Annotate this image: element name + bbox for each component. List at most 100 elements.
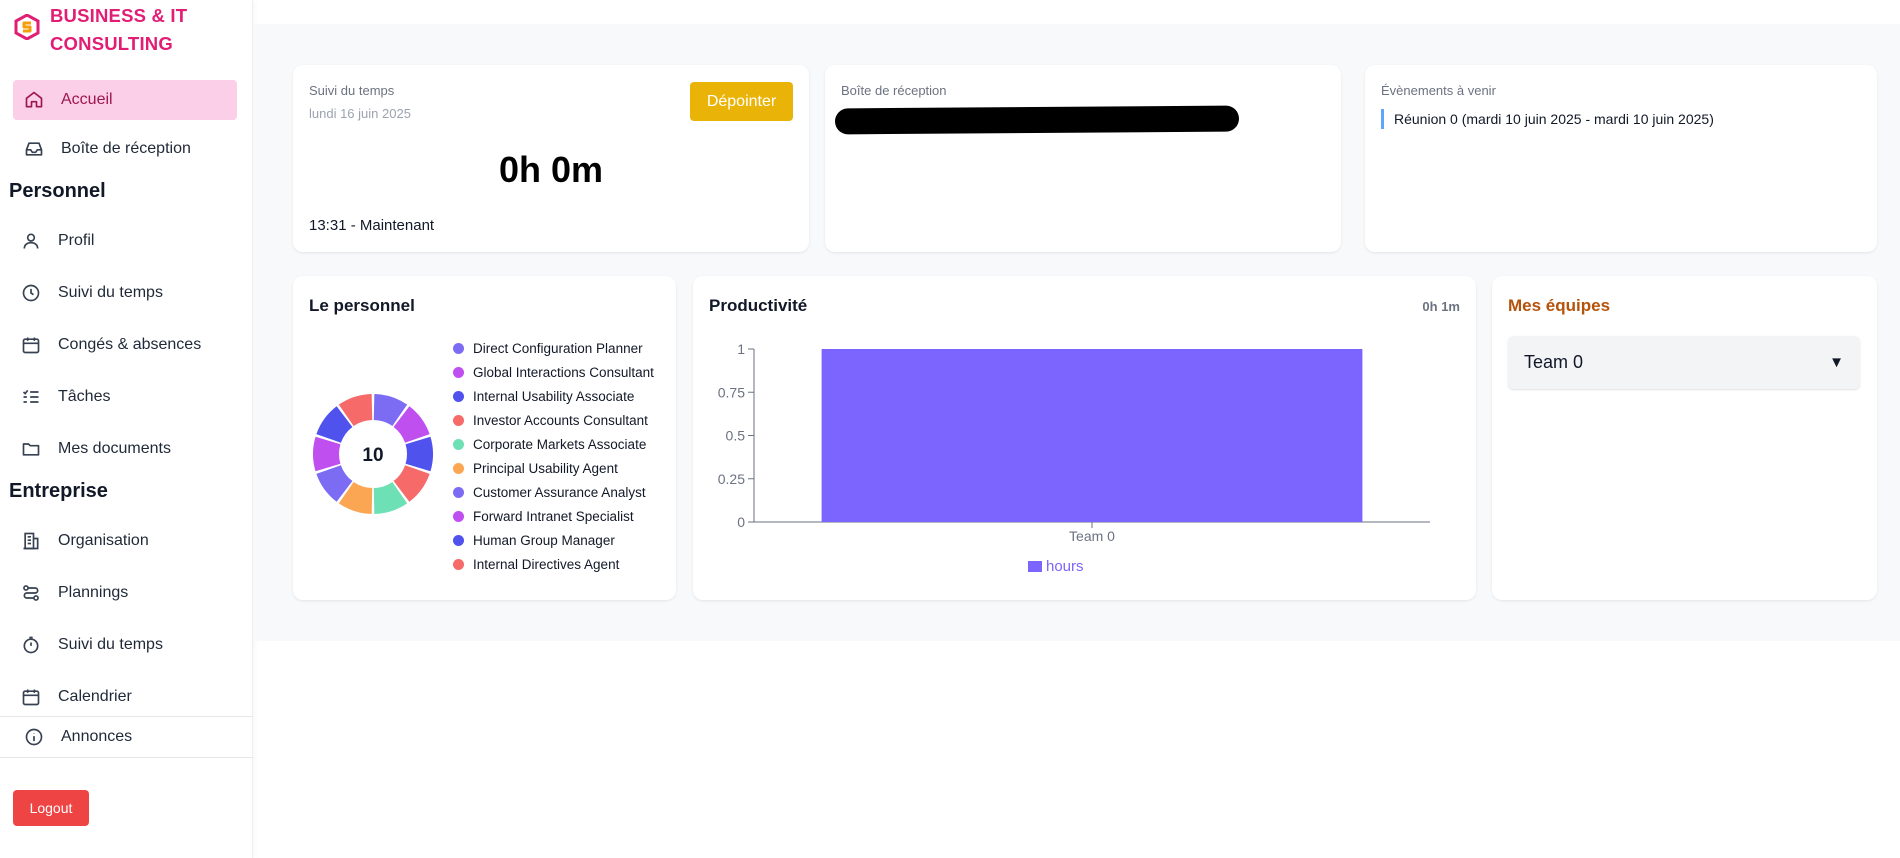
legend-item: Human Group Manager [453, 528, 654, 552]
clock-out-button[interactable]: Dépointer [690, 82, 793, 121]
clock-icon [20, 282, 42, 304]
building-icon [20, 530, 42, 552]
redacted-content [834, 105, 1240, 135]
card-label: Suivi du temps [309, 83, 395, 98]
brand-logo-icon [14, 14, 40, 40]
legend-swatch [453, 462, 464, 474]
home-icon [23, 89, 45, 111]
sidebar-item-label: Plannings [58, 584, 129, 601]
team-select[interactable]: Team 0 ▼ [1508, 336, 1860, 389]
time-range: 13:31 - Maintenant [309, 217, 435, 234]
staff-donut-chart: 10 [313, 394, 433, 514]
legend-item: Internal Directives Agent [453, 552, 654, 576]
time-tracking-card: Suivi du temps lundi 16 juin 2025 Dépoin… [293, 65, 809, 252]
sidebar-item-plannings[interactable]: Plannings [10, 573, 234, 613]
sidebar-item-time-tracking[interactable]: Suivi du temps [10, 273, 234, 313]
staff-legend: Direct Configuration Planner Global Inte… [453, 336, 654, 576]
calendar-icon [20, 686, 42, 708]
sidebar-item-label: Calendrier [58, 688, 132, 705]
legend-item: Global Interactions Consultant [453, 360, 654, 384]
sidebar-item-label: Profil [58, 232, 95, 249]
legend-item: Internal Usability Associate [453, 384, 654, 408]
event-item[interactable]: Réunion 0 (mardi 10 juin 2025 - mardi 10… [1381, 109, 1714, 129]
sidebar-item-home[interactable]: Accueil [13, 80, 237, 120]
legend-label: Global Interactions Consultant [473, 364, 654, 380]
task-list-icon [20, 386, 42, 408]
sidebar-item-label: Boîte de réception [61, 140, 191, 157]
staff-count: 10 [362, 445, 383, 466]
sidebar-item-inbox[interactable]: Boîte de réception [13, 129, 237, 169]
legend-swatch [453, 486, 464, 498]
sidebar-item-label: Accueil [61, 91, 113, 108]
section-personal: Personnel [9, 180, 106, 202]
legend-label: Forward Intranet Specialist [473, 508, 634, 524]
user-icon [20, 230, 42, 252]
events-card: Évènements à venir Réunion 0 (mardi 10 j… [1365, 65, 1877, 252]
sidebar-item-documents[interactable]: Mes documents [10, 429, 234, 469]
sidebar-item-tasks[interactable]: Tâches [10, 377, 234, 417]
legend-label: Internal Directives Agent [473, 556, 620, 572]
y-tick-label: 1 [737, 341, 745, 357]
bar[interactable] [821, 349, 1363, 522]
sidebar-item-label: Mes documents [58, 440, 171, 457]
chart-bars [821, 349, 1363, 522]
current-date: lundi 16 juin 2025 [309, 106, 411, 121]
sidebar-item-organisation[interactable]: Organisation [10, 521, 234, 561]
legend-swatch [453, 414, 464, 426]
card-label: Boîte de réception [841, 83, 947, 98]
sidebar-item-calendar[interactable]: Calendrier [10, 677, 234, 717]
sidebar-item-profile[interactable]: Profil [10, 221, 234, 261]
card-label: Évènements à venir [1381, 83, 1496, 98]
legend-item: Corporate Markets Associate [453, 432, 654, 456]
divider [0, 757, 253, 758]
productivity-bar-chart: 0 0.25 0.5 0.75 1 Team 0 hours [718, 341, 1430, 575]
card-title: Mes équipes [1508, 296, 1611, 315]
sidebar-item-label: Congés & absences [58, 336, 202, 353]
chevron-down-icon: ▼ [1829, 354, 1844, 371]
legend-swatch [1028, 561, 1042, 572]
brand[interactable]: BUSINESS & IT CONSULTING [14, 2, 187, 58]
folder-icon [20, 438, 42, 460]
legend-label: Corporate Markets Associate [473, 436, 647, 452]
sidebar-item-label: Organisation [58, 532, 149, 549]
legend-item: Principal Usability Agent [453, 456, 654, 480]
sidebar: BUSINESS & IT CONSULTING Accueil Boîte d… [0, 0, 253, 858]
sidebar-item-label: Tâches [58, 388, 111, 405]
logout-button[interactable]: Logout [13, 790, 89, 826]
sidebar-item-company-time-tracking[interactable]: Suivi du temps [10, 625, 234, 665]
chart-legend: hours [1028, 558, 1084, 575]
legend-label[interactable]: hours [1046, 558, 1084, 575]
time-total: 0h 0m [498, 149, 604, 190]
legend-swatch [453, 366, 464, 378]
y-tick-label: 0.25 [718, 471, 745, 487]
section-company: Entreprise [9, 480, 108, 502]
productivity-card: Productivité 0h 1m 0 0.25 0.5 0.75 1 Team 0 h… [693, 276, 1476, 600]
brand-line-2: CONSULTING [50, 33, 173, 54]
sidebar-item-leave[interactable]: Congés & absences [10, 325, 234, 365]
sidebar-item-label: Annonces [61, 728, 133, 745]
legend-item: Customer Assurance Analyst [453, 480, 654, 504]
y-tick-label: 0.75 [718, 384, 745, 400]
teams-card: Mes équipes Team 0 ▼ [1492, 276, 1877, 600]
donut-segment[interactable] [405, 436, 433, 472]
inbox-card: Boîte de réception [825, 65, 1341, 252]
donut-segment[interactable] [313, 436, 341, 472]
sidebar-item-label: Suivi du temps [58, 636, 163, 653]
staff-card: Le personnel 10 Direct Configuration Pla… [293, 276, 676, 600]
x-tick-label: Team 0 [1069, 528, 1115, 544]
inbox-icon [23, 138, 45, 160]
sidebar-item-announcements[interactable]: Annonces [13, 718, 237, 756]
divider [0, 716, 253, 717]
legend-swatch [453, 390, 464, 402]
legend-swatch [453, 510, 464, 522]
legend-label: Direct Configuration Planner [473, 340, 643, 356]
legend-label: Principal Usability Agent [473, 460, 618, 476]
stopwatch-icon [20, 634, 42, 656]
route-icon [20, 582, 42, 604]
legend-label: Investor Accounts Consultant [473, 412, 648, 428]
legend-item: Forward Intranet Specialist [453, 504, 654, 528]
legend-swatch [453, 438, 464, 450]
brand-line-1: BUSINESS & IT [50, 5, 188, 26]
legend-swatch [453, 342, 464, 354]
legend-label: Human Group Manager [473, 532, 615, 548]
